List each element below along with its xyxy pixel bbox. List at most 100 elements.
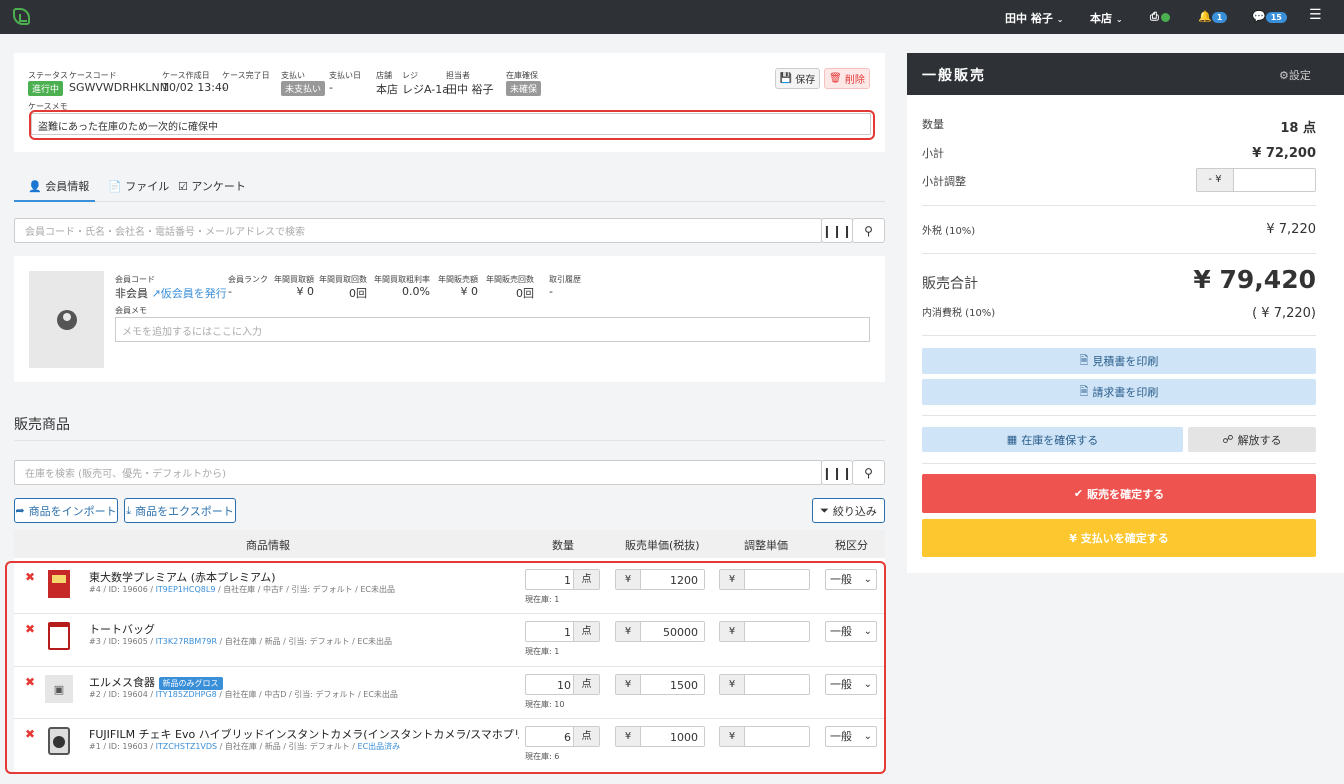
save-button[interactable]: 💾 保存 — [775, 68, 820, 89]
reserve-stock-label: 在庫を確保する — [1021, 433, 1099, 447]
paydate-value: - — [329, 81, 333, 94]
created-label: ケース作成日 — [162, 71, 210, 80]
case-paydate: 支払い日 - — [329, 70, 361, 94]
cubes-icon: ▦ — [1006, 433, 1018, 446]
total-value: ¥ 79,420 — [1193, 265, 1316, 294]
case-payment: 支払い 未支払い — [281, 70, 326, 96]
tab-bar: 👤 会員情報 📄 ファイル ☑ アンケート — [14, 172, 885, 202]
print-invoice-button[interactable]: 🗎 請求書を印刷 — [922, 379, 1316, 405]
divider — [14, 440, 885, 441]
member-margin: 年間買取粗利率 0.0% — [372, 274, 430, 298]
download-icon: ⤓ — [126, 503, 132, 517]
print-invoice-label: 請求書を印刷 — [1092, 386, 1159, 399]
import-products-button[interactable]: ➦ 商品をインポート — [14, 498, 118, 523]
tab-member-info[interactable]: 👤 会員情報 — [14, 172, 95, 202]
divider — [922, 415, 1316, 416]
member-code-value: 非会員 — [115, 287, 148, 300]
divider — [922, 463, 1316, 464]
internal-tax-label: 内消費税 (10%) — [922, 308, 996, 319]
trash-icon: 🗑 — [829, 73, 842, 84]
register-label: レジ — [402, 71, 418, 80]
divider — [922, 205, 1316, 206]
confirm-payment-button[interactable]: ¥ 支払いを確定する — [922, 519, 1316, 557]
staff-label: 担当者 — [446, 71, 470, 80]
share-icon: ➦ — [15, 504, 25, 517]
column-adjusted-price: 調整単価 — [744, 539, 788, 552]
completed-label: ケース完了日 — [222, 71, 270, 80]
printer-icon: ⎙ — [1150, 10, 1159, 23]
message-badge: 15 — [1265, 11, 1287, 23]
member-search-input[interactable]: 会員コード・氏名・会社名・電話番号・メールアドレスで検索 — [14, 218, 822, 243]
case-completed: ケース完了日 - — [222, 70, 270, 94]
product-barcode-button[interactable]: ❙❙❙ — [821, 460, 853, 485]
printer-status[interactable]: ⎙ — [1150, 10, 1170, 24]
divider — [922, 335, 1316, 336]
column-unit-price: 販売単価(税抜) — [625, 539, 700, 552]
pdf-icon: 🗎 — [1079, 384, 1089, 398]
hamburger-menu-icon[interactable]: ☰ — [1309, 7, 1322, 23]
member-sale-amount: 年間販売額 ¥ 0 — [435, 274, 478, 298]
products-heading: 販売商品 — [14, 417, 70, 433]
filter-button[interactable]: ⏷ 絞り込み — [812, 498, 885, 523]
reserve-stock-button[interactable]: ▦ 在庫を確保する — [922, 427, 1183, 452]
sale-title: 一般販売 — [922, 68, 986, 84]
case-status: ステータス 進行中 — [28, 70, 68, 96]
export-products-button[interactable]: ⤓ 商品をエクスポート — [124, 498, 236, 523]
issue-temp-member-link[interactable]: ↗仮会員を発行 — [152, 287, 227, 300]
settings-button[interactable]: ⚙設定 — [1279, 67, 1311, 83]
app-logo-icon[interactable] — [13, 8, 30, 25]
buy-amount-value: ¥ 0 — [296, 285, 315, 298]
tab-survey[interactable]: ☑ アンケート — [178, 172, 246, 202]
bell-icon: 🔔 — [1198, 10, 1212, 23]
store-value: 本店 — [376, 83, 398, 96]
confirm-sale-button[interactable]: ✔ 販売を確定する — [922, 474, 1316, 513]
notification-badge: 1 — [1211, 11, 1228, 23]
print-quote-button[interactable]: 🗎 見積書を印刷 — [922, 348, 1316, 374]
user-name: 田中 裕子 — [1005, 12, 1053, 25]
confirm-payment-label: ¥ 支払いを確定する — [1069, 532, 1169, 545]
issue-link-label: 仮会員を発行 — [160, 287, 227, 300]
status-dot-icon — [1160, 12, 1170, 22]
barcode-button[interactable]: ❙❙❙ — [821, 218, 853, 243]
case-register: レジ レジA-1a — [402, 70, 449, 97]
case-stock: 在庫確保 未確保 — [506, 70, 542, 96]
messages-button[interactable]: 💬 15 — [1252, 10, 1287, 23]
highlight-products — [5, 561, 886, 774]
buy-amount-label: 年間買取額 — [274, 275, 314, 284]
unlink-icon: ☍ — [1222, 433, 1234, 446]
case-code-label: ケースコード — [69, 71, 117, 80]
sale-panel-header: 一般販売 ⚙設定 — [907, 53, 1344, 95]
rank-label: 会員ランク — [228, 275, 268, 284]
filter-label: 絞り込み — [832, 504, 877, 518]
release-stock-button[interactable]: ☍ 解放する — [1188, 427, 1316, 452]
subtotal-adjust-field[interactable]: - ¥ — [1196, 168, 1316, 192]
buy-count-value: 0回 — [349, 287, 367, 300]
member-memo-field[interactable]: メモを追加するにはここに入力 — [115, 317, 870, 342]
member-search-button[interactable]: ⚲ — [852, 218, 885, 243]
staff-value: 田中 裕子 — [446, 83, 494, 96]
product-search-input[interactable]: 在庫を検索 (販売可、優先・デフォルトから) — [14, 460, 822, 485]
user-icon: 👤 — [28, 180, 42, 193]
release-stock-label: 解放する — [1237, 433, 1282, 447]
print-quote-label: 見積書を印刷 — [1092, 355, 1159, 368]
store-label: 店舗 — [376, 71, 392, 80]
tab-files[interactable]: 📄 ファイル — [108, 172, 169, 202]
delete-button[interactable]: 🗑 削除 — [824, 68, 870, 89]
member-memo-label: 会員メモ — [115, 306, 147, 315]
member-buy-amount: 年間買取額 ¥ 0 — [269, 274, 314, 298]
store-menu[interactable]: 本店 ⌄ — [1090, 10, 1123, 26]
product-search-button[interactable]: ⚲ — [852, 460, 885, 485]
case-store: 店舗 本店 — [376, 70, 398, 97]
sale-amount-value: ¥ 0 — [460, 285, 479, 298]
subtotal-value: ¥ 72,200 — [1252, 146, 1316, 161]
member-buy-count: 年間買取回数 0回 — [316, 274, 367, 301]
member-history: 取引履歴 - — [549, 274, 581, 298]
pdf-icon: 🗎 — [1079, 353, 1089, 367]
completed-value: - — [222, 81, 226, 94]
notifications-button[interactable]: 🔔 1 — [1198, 10, 1228, 23]
member-panel: 会員コード 非会員 ↗仮会員を発行 会員ランク - 年間買取額 ¥ 0 年間買取回数… — [14, 256, 885, 382]
stock-badge: 未確保 — [506, 81, 542, 96]
paydate-label: 支払い日 — [329, 71, 361, 80]
user-menu[interactable]: 田中 裕子 ⌄ — [1005, 10, 1063, 26]
subtotal-adjust-label: 小計調整 — [922, 175, 966, 188]
